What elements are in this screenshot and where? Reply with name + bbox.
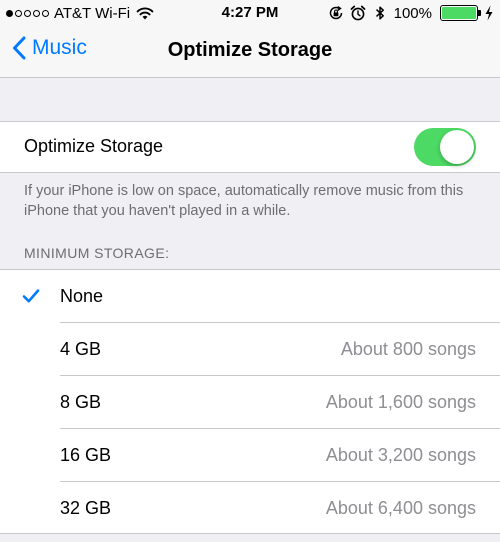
option-label: 32 GB <box>60 498 112 518</box>
option-row-4gb[interactable]: 4 GB About 800 songs <box>0 323 500 376</box>
charging-bolt-icon <box>485 5 493 21</box>
option-label: 4 GB <box>60 339 102 359</box>
battery-icon <box>440 5 481 21</box>
switch-knob <box>440 130 474 164</box>
option-label: 8 GB <box>60 392 102 412</box>
option-row-8gb[interactable]: 8 GB About 1,600 songs <box>0 376 500 429</box>
back-button[interactable]: Music <box>12 36 87 60</box>
optimize-storage-switch[interactable] <box>414 128 476 166</box>
checkmark-icon <box>22 289 40 303</box>
option-label: None <box>60 286 104 306</box>
option-detail: About 3,200 songs <box>325 445 476 465</box>
section-header-minimum-storage: MINIMUM STORAGE: <box>24 245 170 261</box>
bluetooth-icon <box>375 6 384 20</box>
chevron-left-icon <box>13 36 26 60</box>
settings-screen: AT&T Wi-Fi 4:27 PM 100% Music Optimize S… <box>0 0 500 542</box>
option-detail: About 6,400 songs <box>325 498 476 518</box>
optimize-storage-description: If your iPhone is low on space, automati… <box>24 183 464 219</box>
status-right: 100% <box>328 4 494 22</box>
battery-tip <box>478 10 481 16</box>
battery-level <box>442 7 476 19</box>
option-row-16gb[interactable]: 16 GB About 3,200 songs <box>0 429 500 482</box>
optimize-storage-row: Optimize Storage <box>0 121 500 173</box>
option-detail: About 800 songs <box>340 339 476 359</box>
optimize-storage-label: Optimize Storage <box>24 136 164 156</box>
option-label: 16 GB <box>60 445 112 465</box>
alarm-icon <box>350 5 366 21</box>
navigation-bar: Music Optimize Storage <box>0 26 500 78</box>
orientation-lock-icon <box>329 5 342 20</box>
option-detail: About 1,600 songs <box>325 392 476 412</box>
battery-percent: 100% <box>393 4 432 22</box>
option-row-32gb[interactable]: 32 GB About 6,400 songs <box>0 482 500 535</box>
option-row-none[interactable]: None <box>0 270 500 323</box>
top-bar: AT&T Wi-Fi 4:27 PM 100% Music Optimize S… <box>0 0 500 78</box>
status-bar: AT&T Wi-Fi 4:27 PM 100% <box>0 0 500 26</box>
minimum-storage-list: None 4 GB About 800 songs 8 GB About 1,6… <box>0 269 500 534</box>
back-button-label: Music <box>32 36 87 59</box>
